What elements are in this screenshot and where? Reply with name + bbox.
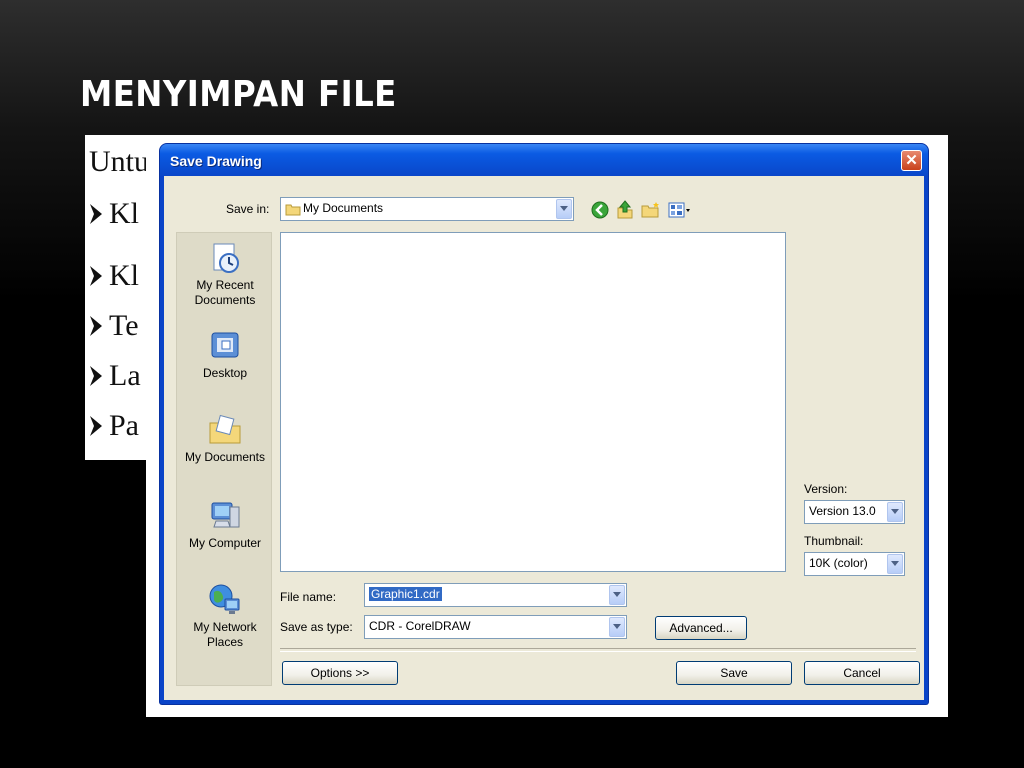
bullet-arrow-icon (90, 316, 102, 336)
thumbnail-label: Thumbnail: (804, 534, 864, 548)
document-excerpt: Untul Kl Kl Te La Pa (85, 135, 155, 460)
chevron-down-icon (556, 199, 572, 219)
bullet-arrow-icon (90, 266, 102, 286)
place-my-documents[interactable]: My Documents (177, 413, 273, 465)
my-computer-icon (211, 502, 240, 528)
chevron-down-icon (609, 617, 625, 637)
dialog-title: Save Drawing (170, 153, 262, 169)
bullet-arrow-icon (90, 366, 102, 386)
up-folder-icon[interactable] (616, 200, 634, 220)
save-in-label: Save in: (226, 202, 270, 216)
file-name-label: File name: (280, 590, 337, 604)
bullet-arrow-icon (90, 416, 102, 436)
folder-icon (285, 204, 301, 216)
close-button[interactable]: ✕ (901, 150, 922, 171)
save-drawing-dialog: Save Drawing ✕ Save in: My Documents My … (160, 144, 928, 704)
place-my-recent-documents[interactable]: My Recent Documents (177, 241, 273, 308)
dialog-titlebar[interactable]: Save Drawing ✕ (160, 144, 928, 176)
save-in-dropdown[interactable]: My Documents (280, 197, 574, 221)
dialog-body: Save in: My Documents My Recent Document… (164, 176, 924, 700)
file-list[interactable] (280, 232, 786, 572)
chevron-down-icon (887, 502, 903, 522)
save-as-type-dropdown[interactable]: CDR - CorelDRAW (364, 615, 627, 639)
advanced-button[interactable]: Advanced... (655, 616, 747, 640)
places-bar: My Recent Documents Desktop My Documents… (176, 232, 272, 686)
version-dropdown[interactable]: Version 13.0 (804, 500, 905, 524)
network-places-icon (209, 584, 240, 614)
back-icon[interactable] (591, 201, 609, 219)
doc-bullet-line: Te (89, 309, 139, 343)
chevron-down-icon (887, 554, 903, 574)
bullet-arrow-icon (90, 204, 102, 224)
recent-documents-icon (213, 243, 239, 273)
place-desktop[interactable]: Desktop (177, 329, 273, 381)
doc-bullet-line: La (89, 359, 141, 393)
my-documents-icon (209, 414, 241, 444)
doc-bullet-line: Kl (89, 259, 139, 293)
desktop-icon (211, 332, 239, 358)
close-icon: ✕ (905, 152, 918, 169)
new-folder-icon[interactable] (641, 201, 661, 219)
doc-bullet-line: Pa (89, 409, 139, 443)
place-my-network-places[interactable]: My Network Places (177, 583, 273, 650)
slide-title: MENYIMPAN FILE (80, 74, 397, 115)
doc-bullet-line: Kl (89, 197, 139, 231)
cancel-button[interactable]: Cancel (804, 661, 920, 685)
place-my-computer[interactable]: My Computer (177, 499, 273, 551)
chevron-down-icon (609, 585, 625, 605)
version-label: Version: (804, 482, 848, 496)
views-menu-icon[interactable] (668, 201, 692, 219)
save-as-type-label: Save as type: (280, 620, 353, 634)
file-name-input[interactable]: Graphic1.cdr (364, 583, 627, 607)
save-button[interactable]: Save (676, 661, 792, 685)
options-button[interactable]: Options >> (282, 661, 398, 685)
thumbnail-dropdown[interactable]: 10K (color) (804, 552, 905, 576)
divider (280, 648, 916, 652)
